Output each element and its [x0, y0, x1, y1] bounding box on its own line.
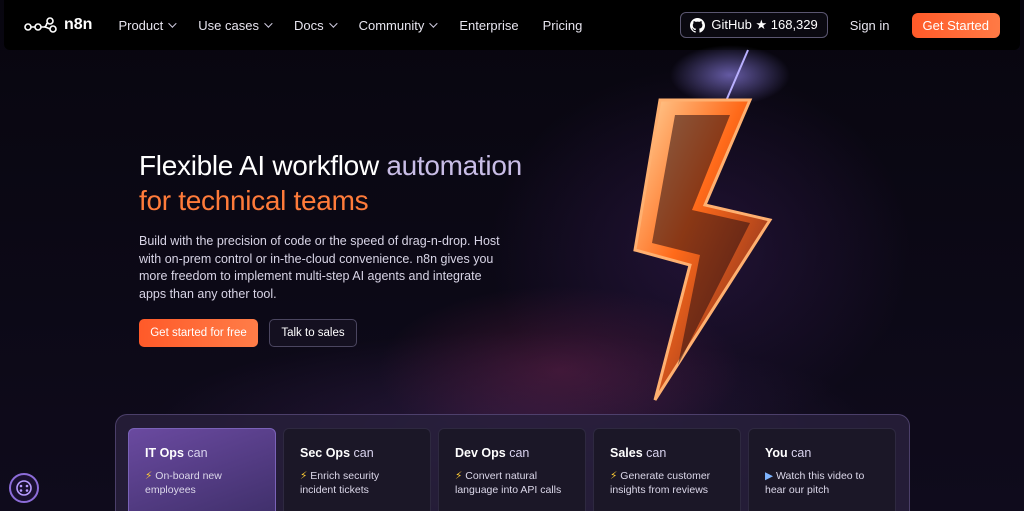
top-navbar: n8n Product Use cases Docs Community Ent…	[4, 0, 1020, 50]
card-title-name: IT Ops	[145, 446, 184, 460]
card-title-suffix: can	[505, 446, 530, 460]
card-dev-ops[interactable]: Dev Ops can ⚡ Convert natural language i…	[438, 428, 586, 511]
card-title-suffix: can	[350, 446, 374, 460]
nav-community[interactable]: Community	[358, 17, 439, 33]
card-sec-ops[interactable]: Sec Ops can ⚡ Enrich security incident t…	[283, 428, 431, 511]
card-text-body: Watch this video to hear our pitch	[765, 470, 865, 496]
card-title-suffix: can	[787, 446, 812, 460]
card-title-name: Sec Ops	[300, 446, 351, 460]
chevron-down-icon	[264, 19, 273, 28]
hero-description: Build with the precision of code or the …	[139, 234, 500, 301]
card-sales[interactable]: Sales can ⚡ Generate customer insights f…	[593, 428, 741, 511]
hero-title-white: Flexible AI workflow	[139, 150, 387, 181]
card-title-suffix: can	[183, 446, 208, 460]
card-text-body: On-board new employees	[145, 470, 222, 496]
card-title: Dev Ops can	[455, 446, 569, 460]
nav-docs[interactable]: Docs	[293, 17, 338, 33]
nav-use-cases[interactable]: Use cases	[198, 17, 273, 33]
chevron-down-icon	[168, 19, 177, 28]
nav-pricing[interactable]: Pricing	[543, 18, 583, 33]
lightning-icon: ⚡	[455, 470, 463, 482]
nav-pricing-label: Pricing	[542, 17, 583, 33]
get-started-button[interactable]: Get Started	[911, 12, 1000, 38]
card-title-name: You	[765, 446, 788, 460]
github-button[interactable]: GitHub ★ 168,329	[680, 12, 828, 38]
logo-text: n8n	[64, 16, 93, 33]
chat-widget-button[interactable]	[9, 473, 39, 503]
nav-docs-label: Docs	[293, 17, 324, 33]
lightning-icon: ⚡	[145, 470, 153, 482]
nav-right: GitHub ★ 168,329 Sign in Get Started	[680, 12, 1000, 38]
hero-title-purple: automation	[386, 150, 522, 181]
chat-bubble-icon	[16, 480, 32, 496]
n8n-logo-icon	[24, 17, 57, 33]
card-text-body: Generate customer insights from reviews	[610, 470, 711, 496]
card-title: IT Ops can	[145, 446, 259, 460]
lightning-icon: ⚡	[610, 470, 618, 482]
card-title-name: Sales	[610, 446, 643, 460]
card-title: Sales can	[610, 446, 724, 460]
chevron-down-icon	[429, 19, 439, 28]
chevron-down-icon	[328, 19, 338, 28]
card-text: ⚡ Convert natural language into API call…	[455, 470, 569, 497]
nav-product[interactable]: Product	[118, 17, 177, 33]
card-title: Sec Ops can	[300, 446, 414, 460]
github-label: GitHub ★ 168,329	[711, 17, 818, 32]
nav-enterprise[interactable]: Enterprise	[459, 18, 518, 33]
lightning-icon: ⚡	[300, 470, 308, 482]
card-text: ⚡ On-board new employees	[145, 470, 259, 497]
card-title-suffix: can	[642, 446, 667, 460]
lightning-bolt-illustration	[633, 45, 790, 401]
talk-to-sales-button[interactable]: Talk to sales	[269, 319, 357, 347]
card-title-name: Dev Ops	[455, 446, 506, 460]
card-title: You can	[765, 446, 879, 460]
card-it-ops[interactable]: IT Ops can ⚡ On-board new employees	[128, 428, 276, 511]
get-started-free-button[interactable]: Get started for free	[139, 319, 258, 347]
card-text: ▶ Watch this video to hear our pitch	[765, 470, 879, 497]
hero-title-orange: for technical teams	[139, 185, 369, 216]
nav-community-label: Community	[358, 17, 425, 33]
card-you[interactable]: You can ▶ Watch this video to hear our p…	[748, 428, 896, 511]
signin-link[interactable]: Sign in	[850, 18, 890, 33]
card-text-body: Convert natural language into API calls	[455, 470, 562, 496]
card-text-body: Enrich security incident tickets	[300, 470, 380, 496]
nav-use-cases-label: Use cases	[198, 17, 259, 33]
github-icon	[690, 17, 706, 33]
card-text: ⚡ Generate customer insights from review…	[610, 470, 724, 497]
card-text: ⚡ Enrich security incident tickets	[300, 470, 414, 497]
nav-product-label: Product	[118, 17, 164, 33]
logo[interactable]: n8n	[24, 16, 92, 34]
hero-title: Flexible AI workflow automation for tech…	[139, 148, 522, 218]
play-video-icon: ▶	[765, 470, 774, 482]
nav-enterprise-label: Enterprise	[459, 17, 519, 33]
